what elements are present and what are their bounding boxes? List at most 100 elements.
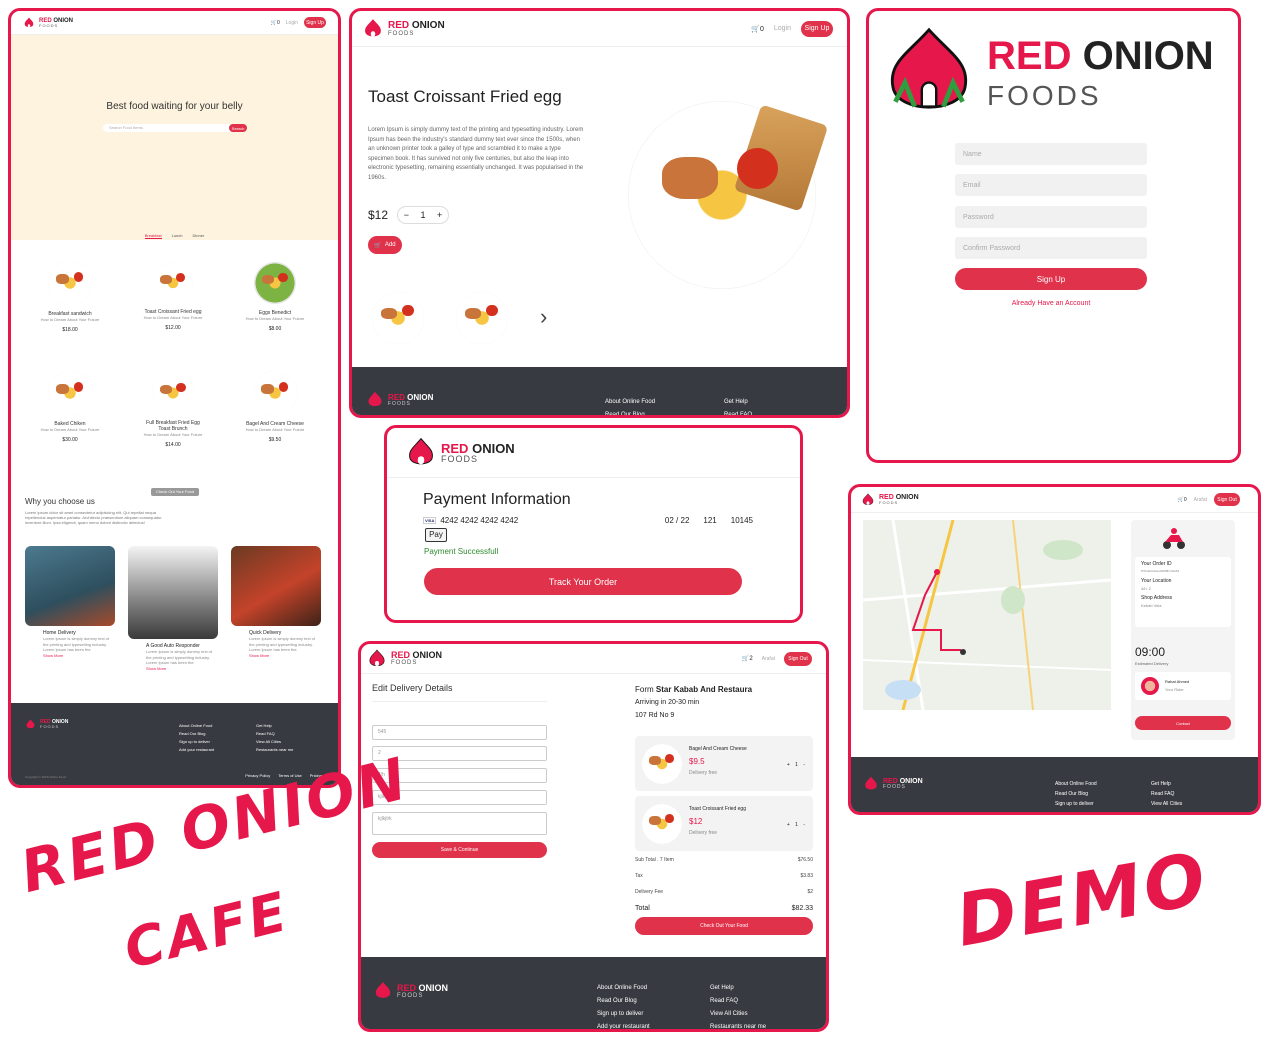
footer-link[interactable]: Get Help [256, 722, 293, 730]
footer-link[interactable]: Add your restaurant [179, 746, 214, 754]
qty-plus-button[interactable]: + [437, 210, 442, 220]
qty-minus-button[interactable]: − [404, 210, 409, 220]
hero-section: Best food waiting for your belly Search … [11, 35, 338, 240]
delivery-instructions[interactable]: kjlkjlrk [372, 812, 547, 835]
tab-breakfast[interactable]: Breakfast [144, 233, 162, 239]
footer-link[interactable]: Read FAQ [724, 409, 752, 415]
food-card[interactable]: Toast Croissant Fried egg How to Dream A… [142, 261, 204, 331]
footer-link[interactable]: Add your restaurant [597, 1021, 650, 1029]
tab-lunch[interactable]: Lunch [172, 233, 183, 239]
signout-button[interactable]: Sign Out [784, 651, 812, 666]
footer-link[interactable]: Read Our Blog [1055, 789, 1097, 799]
signup-button[interactable]: Sign Up [801, 20, 833, 37]
footer-link[interactable]: View All Cities [710, 1008, 766, 1021]
food-caption: How to Dream About Your Future [245, 316, 305, 321]
detail-logo[interactable]: RED ONION FOODS [362, 18, 445, 40]
food-card[interactable]: Full Breakfast Fried Egg Toast Brunch Ho… [142, 371, 204, 448]
thumbnail-image[interactable] [456, 292, 508, 344]
cart-icon[interactable]: 🛒0 [751, 25, 764, 33]
signup-logo[interactable]: RED ONION FOODS [881, 25, 1214, 121]
footer-link[interactable]: View All Cities [256, 738, 293, 746]
demo-handwritten-label: DEMO [950, 835, 1215, 963]
email-field[interactable]: Email [955, 174, 1147, 196]
password-field[interactable]: Password [955, 206, 1147, 228]
signout-button[interactable]: Sign Out [1214, 493, 1240, 506]
delivery-address: 107 Rd No 9 [635, 712, 675, 719]
checkout-logo[interactable]: RED ONION FOODS [367, 649, 442, 669]
next-arrow-icon[interactable]: › [540, 304, 547, 330]
name-field[interactable]: Name [955, 143, 1147, 165]
checkout-food-button[interactable]: Check Out Your Food [635, 917, 813, 935]
cart-item-qty[interactable]: + 1 - [787, 762, 807, 768]
footer-link[interactable]: Sign up to deliver [179, 738, 214, 746]
thumbnail-image[interactable] [372, 292, 424, 344]
footer-logo[interactable]: RED ONION FOODS [366, 391, 433, 409]
show-more-link[interactable]: Show More [249, 653, 321, 658]
save-continue-button[interactable]: Save & Continue [372, 842, 547, 858]
already-account-link[interactable]: Already Have an Account [955, 300, 1147, 307]
footer-link[interactable]: Get Help [1151, 779, 1182, 789]
food-image [254, 262, 296, 304]
food-card[interactable]: Breakfast sandwich How to Dream About Yo… [39, 261, 101, 333]
footer-col-1: About Online Food Read Our Blog Sign up … [1055, 779, 1097, 809]
signup-button[interactable]: Sign Up [304, 17, 326, 28]
search-input[interactable]: Search Food Items [109, 125, 143, 130]
food-name: Full Breakfast Fried Egg Toast Brunch [146, 420, 200, 432]
tab-dinner[interactable]: Dinner [193, 233, 205, 239]
footer-logo[interactable]: RED ONION FOODS [25, 719, 68, 730]
footer-link[interactable]: About Online Food [605, 396, 655, 409]
feature-photo [25, 546, 115, 626]
confirm-password-field[interactable]: Confirm Password [955, 237, 1147, 259]
footer-link[interactable]: Read FAQ [256, 730, 293, 738]
cart-item-qty[interactable]: + 1 - [787, 822, 807, 828]
summary-value: $2 [807, 889, 813, 895]
user-name[interactable]: Arafat [762, 656, 775, 662]
delivery-field[interactable]: 545 [372, 725, 547, 740]
show-more-link[interactable]: Show More [146, 666, 218, 671]
delivery-map[interactable] [863, 520, 1111, 710]
add-to-cart-button[interactable]: 🛒 Add [368, 236, 402, 254]
footer-link[interactable]: Sign up to deliver [1055, 799, 1097, 809]
footer-logo[interactable]: RED ONION FOODS [863, 776, 923, 792]
footer-link[interactable]: Read Our Blog [597, 995, 650, 1008]
footer-link[interactable]: Read FAQ [710, 995, 766, 1008]
footer-link[interactable]: Get Help [710, 982, 766, 995]
login-link[interactable]: Login [774, 25, 791, 32]
logo-onion: ONION [472, 440, 515, 456]
login-link[interactable]: Login [286, 20, 298, 26]
home-logo[interactable]: RED ONION FOODS [23, 17, 73, 29]
cart-icon[interactable]: 🛒0 [271, 20, 280, 26]
signup-submit-button[interactable]: Sign Up [955, 268, 1147, 290]
search-button[interactable]: Search [229, 124, 247, 132]
food-card[interactable]: Eggs Benedict How to Dream About Your Fu… [244, 261, 306, 332]
footer-link[interactable]: Sign up to deliver [597, 1008, 650, 1021]
footer-link[interactable]: Get Help [724, 396, 752, 409]
footer-link[interactable]: Restaurants near me [710, 1021, 766, 1029]
cart-icon[interactable]: 🛒2 [742, 655, 753, 662]
footer-link[interactable]: Read FAQ [1151, 789, 1182, 799]
payment-logo[interactable]: RED ONION FOODS [405, 437, 515, 469]
pay-button[interactable]: Pay [425, 528, 447, 542]
footer-link[interactable]: Restaurants near me [256, 746, 293, 754]
footer-link[interactable]: Read Our Blog [179, 730, 214, 738]
contact-button[interactable]: Contact [1135, 716, 1231, 730]
footer-link[interactable]: Read Our Blog [605, 409, 655, 415]
footer-logo[interactable]: RED ONION FOODS [373, 981, 448, 1001]
logo-red: RED [397, 982, 417, 993]
tracking-logo[interactable]: RED ONION FOODS [861, 492, 919, 507]
toast-shape [733, 104, 829, 212]
checkout-food-button[interactable]: Check Out Your Food [151, 488, 199, 496]
why-title: Why you choose us [25, 497, 95, 506]
cart-icon[interactable]: 🛒0 [1178, 497, 1187, 503]
show-more-link[interactable]: Show More [43, 653, 115, 658]
card-input[interactable]: VISA 4242 4242 4242 4242 02 / 22 121 101… [423, 514, 753, 526]
food-card[interactable]: Bagel And Cream Cheese How to Dream Abou… [244, 371, 306, 443]
footer-link[interactable]: About Online Food [1055, 779, 1097, 789]
footer-link[interactable]: About Online Food [179, 722, 214, 730]
footer-link[interactable]: About Online Food [597, 982, 650, 995]
food-card[interactable]: Baked Chiken How to Dream About Your Fut… [39, 371, 101, 443]
user-name[interactable]: Arafat [1194, 497, 1207, 503]
footer-link[interactable]: View All Cities [1151, 799, 1182, 809]
track-order-button[interactable]: Track Your Order [424, 568, 742, 595]
logo-onion: ONION [418, 982, 449, 993]
